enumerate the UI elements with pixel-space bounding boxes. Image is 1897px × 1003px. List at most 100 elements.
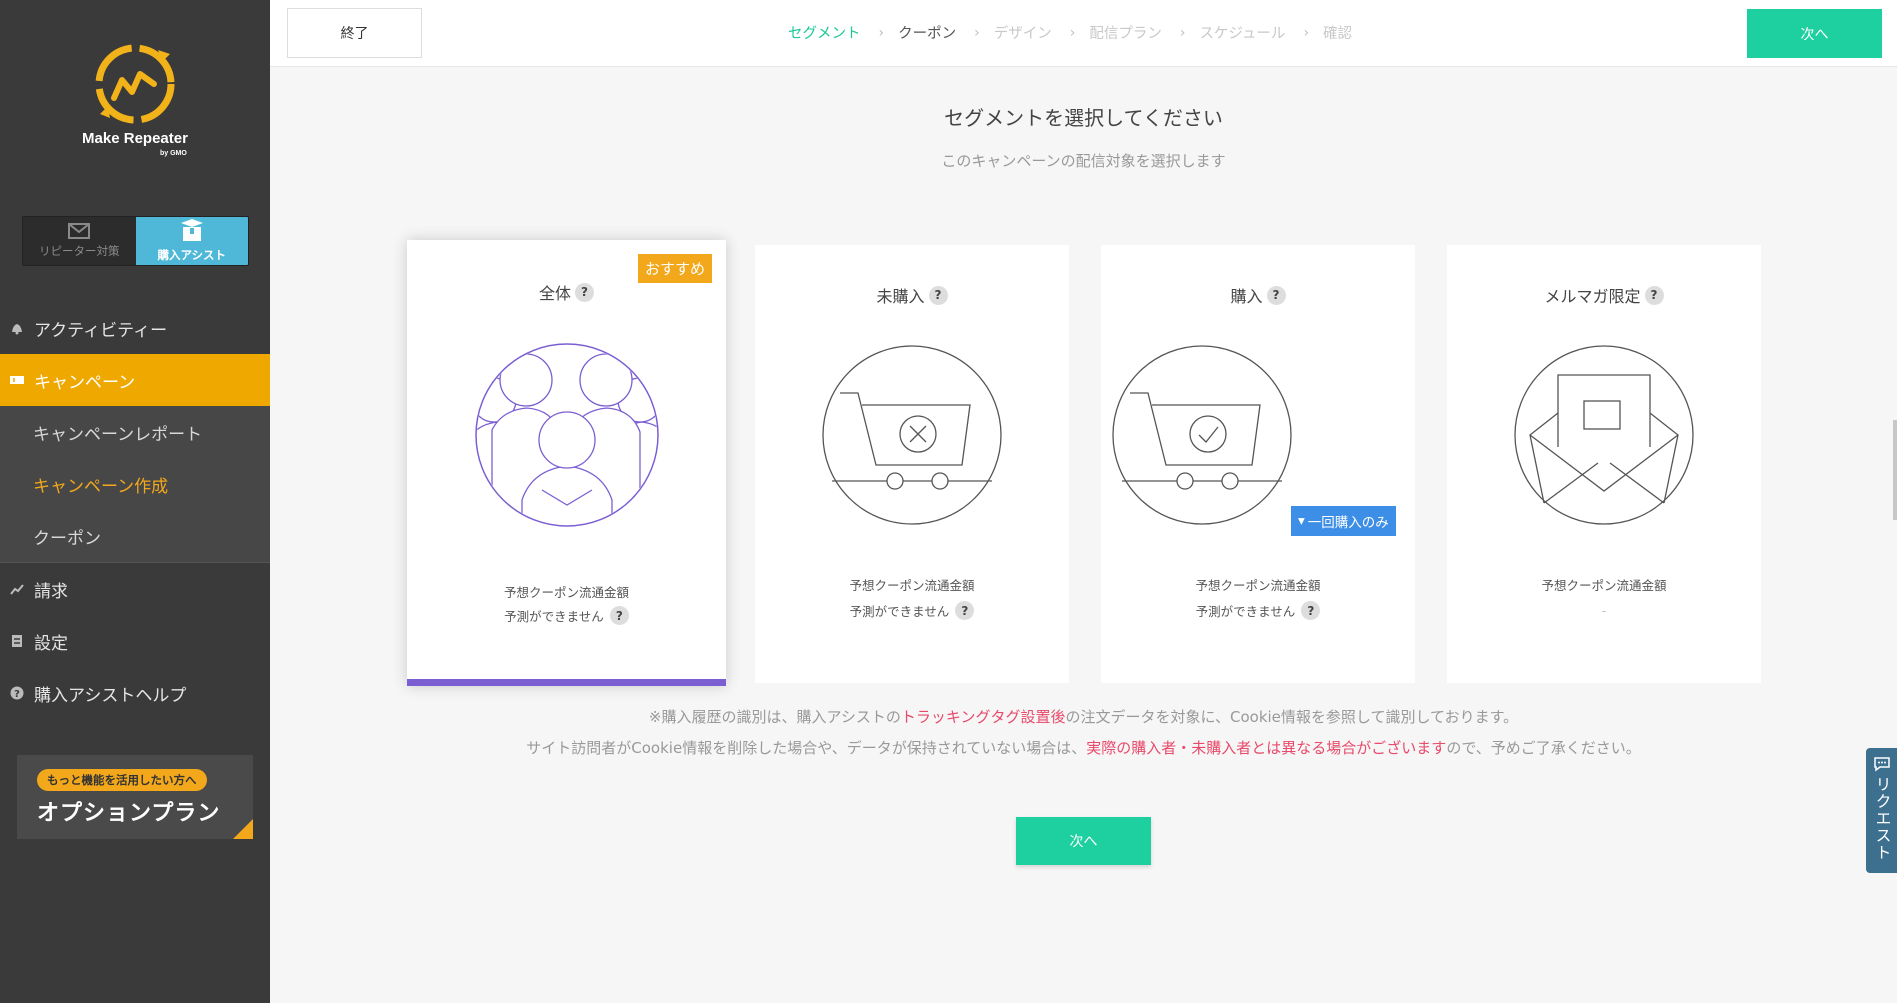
sidebar-item-label: 請求 (34, 581, 68, 602)
envelope-icon (1514, 345, 1694, 525)
next-button-bottom[interactable]: 次へ (1016, 817, 1151, 865)
scrollbar[interactable] (1893, 420, 1897, 520)
mode-repeater-label: リピーター対策 (39, 244, 120, 258)
request-tab[interactable]: リクエスト (1866, 748, 1897, 873)
mode-assist-button[interactable]: 購入アシスト (135, 217, 248, 265)
step-separator: › (974, 24, 980, 41)
card-title-text: メルマガ限定 (1544, 287, 1641, 306)
sidebar-item-label: 購入アシストヘルプ (34, 685, 187, 706)
help-icon[interactable]: ? (928, 285, 948, 305)
note-highlight: 実際の購入者・未購入者とは異なる場合がございます (1086, 739, 1447, 757)
estimate-value: 予測ができません ? (755, 601, 1069, 620)
estimate-value: - (1447, 603, 1761, 618)
step-segment[interactable]: セグメント › (788, 22, 898, 43)
step-label: デザイン (993, 26, 1052, 42)
bell-icon (8, 319, 26, 337)
once-purchase-label: 一回購入のみ (1307, 515, 1389, 531)
help-icon: ? (8, 684, 26, 702)
ticket-icon (8, 371, 26, 389)
sidebar-item-coupon[interactable]: クーポン (0, 510, 270, 562)
note-text: ※購入履歴の識別は、購入アシストの (648, 708, 901, 726)
step-delivery-plan: 配信プラン › (1089, 22, 1199, 43)
estimate-label: 予想クーポン流通金額 (1541, 578, 1667, 593)
sidebar-item-campaign-report[interactable]: キャンペーンレポート (0, 406, 270, 458)
chat-icon (1873, 757, 1890, 772)
sidebar-item-billing[interactable]: 請求 (0, 563, 270, 615)
step-coupon[interactable]: クーポン › (898, 22, 994, 43)
note-text: サイト訪問者がCookie情報を削除した場合や、データが保持されていない場合は、 (526, 739, 1087, 757)
logo-text: Make Repeater (82, 130, 188, 147)
once-purchase-button[interactable]: ▾ 一回購入のみ (1291, 506, 1396, 536)
card-title: 全体 ? (407, 280, 726, 304)
card-title: メルマガ限定 ? (1447, 283, 1761, 307)
option-plan-banner[interactable]: もっと機能を活用したい方へ オプションプラン (17, 755, 253, 839)
sidebar-item-help[interactable]: ? 購入アシストヘルプ (0, 667, 270, 719)
option-plan-pill: もっと機能を活用したい方へ (37, 769, 207, 791)
sidebar-item-campaign[interactable]: キャンペーン (0, 354, 270, 406)
estimate-value-text: 予測ができません (1195, 604, 1296, 619)
help-icon[interactable]: ? (1266, 285, 1286, 305)
estimate-value-text: 予測ができません (849, 604, 950, 619)
segment-card-non-purchase[interactable]: 未購入 ? 予想クーポン流通金額 予測ができません ? (755, 245, 1069, 683)
sidebar-item-activity[interactable]: アクティビティー (0, 302, 270, 354)
box-icon (180, 219, 203, 241)
topbar: 終了 セグメント › クーポン › デザイン › 配信プラン › スケジュール › 確認 … (270, 0, 1897, 67)
help-icon[interactable]: ? (609, 606, 629, 625)
estimate-value: 予測ができません ? (407, 606, 726, 625)
step-label: 確認 (1323, 26, 1353, 42)
note-line-2: サイト訪問者がCookie情報を削除した場合や、データが保持されていない場合は、… (270, 737, 1897, 758)
segment-card-newsletter[interactable]: メルマガ限定 ? 予想クーポン流通金額 - (1447, 245, 1761, 683)
card-title-text: 全体 (538, 284, 571, 303)
segment-card-purchase[interactable]: 購入 ? ▾ 一回購入のみ 予想クーポン流通金額 予測ができません ? (1101, 245, 1415, 683)
page-title: セグメントを選択してください (944, 106, 1223, 130)
svg-text:?: ? (14, 689, 20, 700)
sidebar: Make Repeater by GMO リピーター対策 購入アシスト アクティ… (0, 0, 270, 1003)
help-icon[interactable]: ? (575, 282, 594, 302)
step-schedule: スケジュール › (1199, 22, 1323, 43)
help-icon[interactable]: ? (1644, 285, 1664, 305)
settings-icon (8, 632, 26, 650)
sidebar-nav: アクティビティー キャンペーン キャンペーンレポート キャンペーン作成 クーポン… (0, 302, 270, 719)
mode-switch: リピーター対策 購入アシスト (22, 216, 249, 266)
card-title-text: 購入 (1230, 287, 1263, 306)
help-icon[interactable]: ? (955, 601, 975, 620)
logo-by: by GMO (160, 150, 187, 157)
chevron-down-icon: ▾ (1298, 513, 1305, 529)
next-button-top[interactable]: 次へ (1747, 9, 1882, 58)
step-label: 配信プラン (1089, 26, 1162, 42)
logo[interactable]: Make Repeater by GMO (70, 40, 200, 160)
sidebar-item-label: クーポン (33, 528, 101, 549)
segment-card-all[interactable]: おすすめ 全体 ? 予想クーポン流通金額 予測ができません ? (407, 240, 726, 686)
mode-repeater-button[interactable]: リピーター対策 (23, 217, 136, 265)
step-label: クーポン (898, 26, 957, 42)
logo-icon (95, 44, 175, 124)
step-label: スケジュール (1199, 26, 1286, 42)
cart-cross-icon (822, 345, 1002, 525)
sidebar-item-label: アクティビティー (34, 320, 168, 341)
sidebar-item-label: キャンペーン作成 (33, 476, 169, 497)
page-subtitle: このキャンペーンの配信対象を選択します (941, 152, 1226, 170)
end-button[interactable]: 終了 (287, 8, 422, 58)
option-plan-title: オプションプラン (37, 801, 221, 826)
sidebar-item-label: キャンペーン (34, 372, 136, 393)
selected-indicator (407, 679, 726, 686)
step-separator: › (1069, 24, 1076, 41)
campaign-submenu: キャンペーンレポート キャンペーン作成 クーポン (0, 406, 270, 562)
step-label: セグメント (788, 26, 861, 42)
note-line-1: ※購入履歴の識別は、購入アシストのトラッキングタグ設置後の注文データを対象に、C… (270, 706, 1897, 727)
estimate-value: 予測ができません ? (1101, 601, 1415, 620)
recommend-badge: おすすめ (638, 254, 713, 283)
chart-icon (8, 580, 26, 598)
note-text: の注文データを対象に、Cookie情報を参照して識別しております。 (1065, 708, 1519, 726)
step-progress: セグメント › クーポン › デザイン › 配信プラン › スケジュール › 確認 (788, 22, 1352, 43)
request-tab-label: リクエスト (1872, 776, 1892, 861)
sidebar-item-settings[interactable]: 設定 (0, 615, 270, 667)
step-confirm: 確認 (1323, 22, 1352, 43)
help-icon[interactable]: ? (1301, 601, 1321, 620)
step-separator: › (1303, 24, 1310, 41)
sidebar-item-campaign-create[interactable]: キャンペーン作成 (0, 458, 270, 510)
option-plan-corner (233, 819, 253, 839)
step-separator: › (1179, 24, 1186, 41)
note-link-tracking-tag[interactable]: トラッキングタグ設置後 (901, 708, 1066, 726)
people-icon (475, 343, 659, 527)
